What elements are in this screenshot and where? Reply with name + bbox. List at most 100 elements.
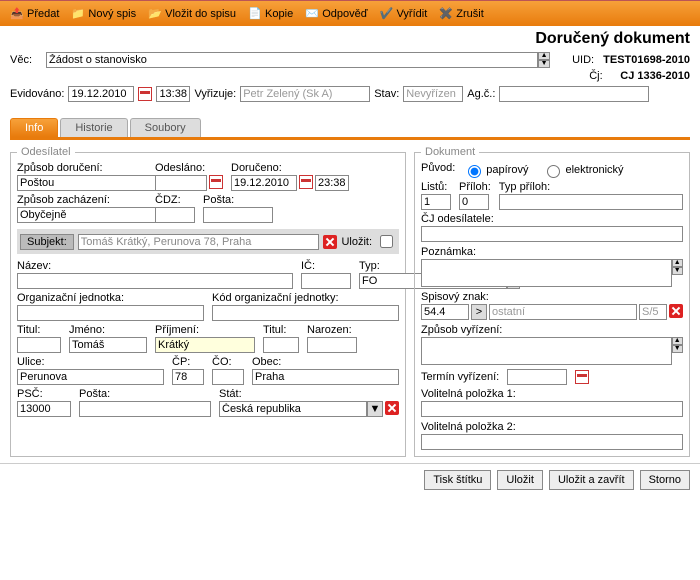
zpusob-doruceni-label: Způsob doručení: <box>17 162 147 174</box>
ulozit-button[interactable]: Uložit <box>497 470 543 490</box>
calendar-icon[interactable] <box>575 370 589 384</box>
titul2-label: Titul: <box>263 324 299 336</box>
vyridit-button[interactable]: ✔️Vyřídit <box>373 5 433 23</box>
zpusob-vyr-textarea[interactable] <box>421 337 672 365</box>
poznamka-textarea[interactable] <box>421 259 672 287</box>
calendar-icon[interactable] <box>138 87 152 101</box>
posta-input[interactable] <box>203 207 273 223</box>
vec-label: Věc: <box>10 54 32 66</box>
copy-icon: 📄 <box>248 7 262 21</box>
prijmeni-input[interactable] <box>155 337 255 353</box>
posta2-input[interactable] <box>79 401 211 417</box>
new-folder-icon: 📁 <box>71 7 85 21</box>
orgjedn-label: Organizační jednotka: <box>17 292 204 304</box>
cp-input[interactable] <box>172 369 204 385</box>
cj-odes-input[interactable] <box>421 226 683 242</box>
listu-input[interactable] <box>421 194 451 210</box>
kodorg-label: Kód organizační jednotky: <box>212 292 399 304</box>
dokument-fieldset: Dokument Původ: papírový elektronický Li… <box>414 146 690 457</box>
narozen-input[interactable] <box>307 337 357 353</box>
puvod-elektronicky-radio[interactable] <box>547 165 560 178</box>
storno-button[interactable]: Storno <box>640 470 690 490</box>
evidovano-date-input[interactable] <box>68 86 134 102</box>
spisznak-input[interactable] <box>421 304 469 320</box>
dropdown-icon[interactable]: ▼ <box>367 401 383 417</box>
doruceno-time-input[interactable] <box>315 175 349 191</box>
termin-vyr-input[interactable] <box>507 369 567 385</box>
titul2-input[interactable] <box>263 337 299 353</box>
zpusob-zachazeni-select[interactable] <box>17 207 165 223</box>
obec-label: Obec: <box>252 356 399 368</box>
ulice-input[interactable] <box>17 369 164 385</box>
prijmeni-label: Příjmení: <box>155 324 255 336</box>
odesilatel-legend: Odesílatel <box>17 146 75 158</box>
ulozit-zavrit-button[interactable]: Uložit a zavřít <box>549 470 634 490</box>
psc-input[interactable] <box>17 401 71 417</box>
clear-stat-icon[interactable] <box>385 401 399 415</box>
stat-select[interactable] <box>219 401 367 417</box>
subjekt-button[interactable]: Subjekt: <box>20 234 74 250</box>
puvod-papirovy-radio[interactable] <box>468 165 481 178</box>
ulozit-checkbox-label: Uložit: <box>341 236 372 248</box>
zpusob-zachazeni-label: Způsob zacházení: <box>17 194 147 206</box>
orgjedn-input[interactable] <box>17 305 204 321</box>
titul-input[interactable] <box>17 337 61 353</box>
tab-bar: Info Historie Soubory <box>10 118 690 140</box>
vec-spinner[interactable]: ▲▼ <box>538 52 550 68</box>
tab-info[interactable]: Info <box>10 118 58 137</box>
predat-button[interactable]: 📤Předat <box>4 5 65 23</box>
typ-priloh-input[interactable] <box>499 194 683 210</box>
kopie-label: Kopie <box>265 8 293 20</box>
zrusit-button[interactable]: ✖️Zrušit <box>433 5 490 23</box>
odpoved-button[interactable]: ✉️Odpověď <box>299 5 373 23</box>
spisznak-label: Spisový znak: <box>421 291 683 303</box>
priloh-label: Příloh: <box>459 181 491 193</box>
vol1-input[interactable] <box>421 401 683 417</box>
nazev-input[interactable] <box>17 273 293 289</box>
subjekt-input <box>78 234 320 250</box>
cj-odes-label: ČJ odesílatele: <box>421 213 683 225</box>
stav-label: Stav: <box>374 88 399 100</box>
vlozit-spis-button[interactable]: 📂Vložit do spisu <box>142 5 242 23</box>
zrusit-label: Zrušit <box>456 8 484 20</box>
calendar-icon[interactable] <box>209 175 223 189</box>
co-input[interactable] <box>212 369 244 385</box>
zpusob-vyr-spinner[interactable]: ▲▼ <box>672 337 683 365</box>
odeslano-input[interactable] <box>155 175 207 191</box>
tab-soubory[interactable]: Soubory <box>130 118 201 137</box>
ulice-label: Ulice: <box>17 356 164 368</box>
kodorg-input[interactable] <box>212 305 399 321</box>
forward-icon: 📤 <box>10 7 24 21</box>
calendar-icon[interactable] <box>299 175 313 189</box>
priloh-input[interactable] <box>459 194 489 210</box>
zpusob-vyr-label: Způsob vyřízení: <box>421 324 683 336</box>
agc-label: Ag.č.: <box>467 88 495 100</box>
tab-historie[interactable]: Historie <box>60 118 127 137</box>
agc-input[interactable] <box>499 86 649 102</box>
vyrizuje-input <box>240 86 370 102</box>
novy-spis-button[interactable]: 📁Nový spis <box>65 5 142 23</box>
insert-icon: 📂 <box>148 7 162 21</box>
ic-input[interactable] <box>301 273 351 289</box>
jmeno-input[interactable] <box>69 337 147 353</box>
tisk-stitku-button[interactable]: Tisk štítku <box>424 470 491 490</box>
evidovano-time-input[interactable] <box>156 86 190 102</box>
kopie-button[interactable]: 📄Kopie <box>242 5 299 23</box>
vol2-input[interactable] <box>421 434 683 450</box>
zpusob-doruceni-select[interactable] <box>17 175 165 191</box>
uid-label: UID: <box>572 54 600 66</box>
spisznak-browse-button[interactable]: > <box>471 304 487 320</box>
clear-spisznak-icon[interactable] <box>669 304 683 318</box>
puvod-papir-label: papírový <box>486 164 528 176</box>
cdz-input[interactable] <box>155 207 195 223</box>
cdz-label: ČDZ: <box>155 194 195 206</box>
poznamka-spinner[interactable]: ▲▼ <box>672 259 683 287</box>
clear-subjekt-icon[interactable] <box>323 235 337 249</box>
doruceno-date-input[interactable] <box>231 175 297 191</box>
vec-input[interactable] <box>46 52 538 68</box>
obec-input[interactable] <box>252 369 399 385</box>
ulozit-checkbox[interactable] <box>380 235 393 248</box>
footer-bar: Tisk štítku Uložit Uložit a zavřít Storn… <box>0 463 700 496</box>
stav-input <box>403 86 463 102</box>
co-label: ČO: <box>212 356 244 368</box>
